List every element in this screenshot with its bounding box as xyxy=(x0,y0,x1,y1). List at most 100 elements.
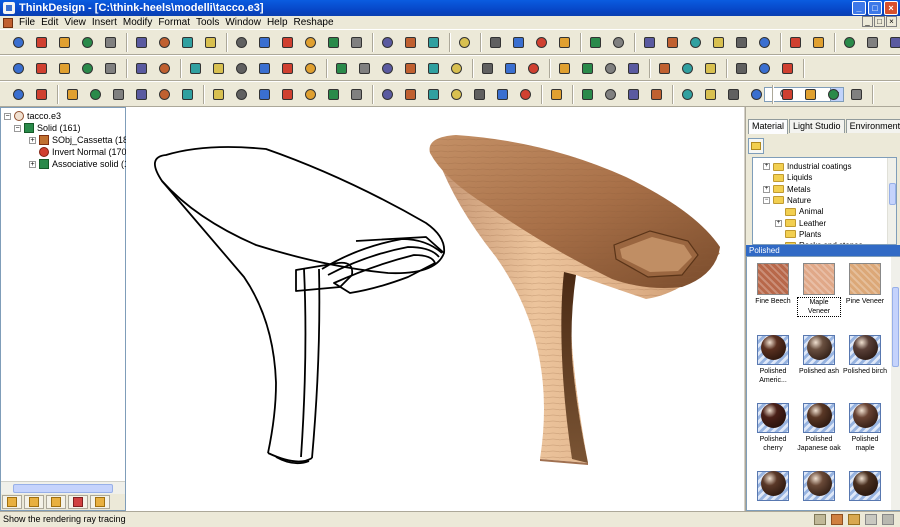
toolbar-button[interactable] xyxy=(133,34,150,51)
category-item[interactable]: Liquids xyxy=(763,172,812,183)
toolbar-button[interactable] xyxy=(33,60,50,77)
scroll-thumb[interactable] xyxy=(889,183,896,205)
toolbar-button[interactable] xyxy=(487,34,504,51)
toolbar-button[interactable] xyxy=(79,34,96,51)
toolbar-button[interactable] xyxy=(733,34,750,51)
material-thumbnail[interactable]: Fine Beech xyxy=(751,263,795,306)
toolbar-button[interactable] xyxy=(348,86,365,103)
menu-tools[interactable]: Tools xyxy=(193,16,222,29)
material-thumbnail[interactable]: Polished cherry xyxy=(751,399,795,453)
collapse-icon[interactable]: − xyxy=(14,124,21,132)
toolbar-button[interactable] xyxy=(233,34,250,51)
minimize-button[interactable]: _ xyxy=(852,1,866,15)
expand-icon[interactable]: + xyxy=(763,185,770,193)
tab-envelope[interactable] xyxy=(90,495,110,509)
toolbar-button[interactable] xyxy=(725,86,742,103)
toolbar-button[interactable] xyxy=(502,60,519,77)
toolbar-button[interactable] xyxy=(887,34,900,51)
expand-icon[interactable]: + xyxy=(29,136,36,144)
collapse-icon[interactable]: − xyxy=(763,196,770,204)
tree-horizontal-scrollbar[interactable] xyxy=(1,481,125,494)
toolbar-button[interactable] xyxy=(156,34,173,51)
toolbar-button[interactable] xyxy=(202,34,219,51)
toolbar-button[interactable] xyxy=(187,60,204,77)
doc-restore-button[interactable]: □ xyxy=(874,16,885,27)
toolbar-button[interactable] xyxy=(510,34,527,51)
toolbar-button[interactable] xyxy=(179,34,196,51)
toolbar-button[interactable] xyxy=(102,34,119,51)
toolbar-button[interactable] xyxy=(864,34,881,51)
resize-grip-icon[interactable] xyxy=(882,514,894,525)
category-item[interactable]: Animal xyxy=(775,206,823,217)
material-thumbnail[interactable]: Polished maple xyxy=(843,399,887,453)
tab-render[interactable] xyxy=(68,495,88,509)
toolbar-button[interactable] xyxy=(687,34,704,51)
toolbar-button[interactable] xyxy=(156,86,173,103)
material-thumbnail[interactable]: Polished birch xyxy=(843,331,887,376)
toolbar-button[interactable] xyxy=(848,86,865,103)
toolbar-button[interactable] xyxy=(648,86,665,103)
material-thumbnail[interactable]: Polished Japanese oak xyxy=(797,399,841,453)
material-thumbnail[interactable]: Polished ash xyxy=(797,331,841,376)
expand-icon[interactable]: + xyxy=(763,163,770,170)
menu-edit[interactable]: Edit xyxy=(38,16,61,29)
tab-light-studio[interactable]: Light Studio xyxy=(789,119,845,133)
toolbar-button[interactable] xyxy=(325,34,342,51)
toolbar-button[interactable] xyxy=(756,60,773,77)
toolbar-button[interactable] xyxy=(402,86,419,103)
toolbar-button[interactable] xyxy=(256,60,273,77)
toolbar-button[interactable] xyxy=(733,60,750,77)
3d-viewport[interactable] xyxy=(126,107,744,511)
expand-icon[interactable]: + xyxy=(775,219,782,227)
toolbar-button[interactable] xyxy=(133,86,150,103)
toolbar-button[interactable] xyxy=(133,60,150,77)
toolbar-button[interactable] xyxy=(302,34,319,51)
toolbar-button[interactable] xyxy=(87,86,104,103)
toolbar-button[interactable] xyxy=(579,86,596,103)
toolbar-button[interactable] xyxy=(425,60,442,77)
category-item[interactable]: Plants xyxy=(775,229,821,240)
toolbar-button[interactable] xyxy=(425,86,442,103)
toolbar-button[interactable] xyxy=(779,60,796,77)
toolbar-button[interactable] xyxy=(79,60,96,77)
toolbar-button[interactable] xyxy=(602,60,619,77)
toolbar-button[interactable] xyxy=(156,60,173,77)
menu-insert[interactable]: Insert xyxy=(89,16,120,29)
material-thumbnail[interactable] xyxy=(751,467,795,503)
toolbar-button[interactable] xyxy=(33,34,50,51)
toolbar-button[interactable] xyxy=(748,86,765,103)
toolbar-button[interactable] xyxy=(33,86,50,103)
toolbar-button[interactable] xyxy=(256,86,273,103)
toolbar-button[interactable] xyxy=(325,86,342,103)
toolbar-button[interactable] xyxy=(679,86,696,103)
toolbar-button[interactable] xyxy=(810,34,827,51)
toolbar-button[interactable] xyxy=(802,86,819,103)
expand-icon[interactable]: + xyxy=(29,160,36,168)
category-item[interactable]: + Industrial coatings xyxy=(763,161,851,172)
toolbar-button[interactable] xyxy=(841,34,858,51)
toolbar-button[interactable] xyxy=(710,34,727,51)
toolbar-button[interactable] xyxy=(356,60,373,77)
material-thumbnail[interactable] xyxy=(843,467,887,503)
category-item[interactable]: − Nature xyxy=(763,195,811,206)
toolbar-button[interactable] xyxy=(448,60,465,77)
toolbar-button[interactable] xyxy=(656,60,673,77)
tab-model-tree[interactable] xyxy=(2,495,22,509)
toolbar-button[interactable] xyxy=(702,60,719,77)
toolbar-button[interactable] xyxy=(348,34,365,51)
close-button[interactable]: × xyxy=(884,1,898,15)
toolbar-button[interactable] xyxy=(10,86,27,103)
toolbar-button[interactable] xyxy=(233,60,250,77)
open-folder-button[interactable] xyxy=(748,138,764,154)
toolbar-button[interactable] xyxy=(787,34,804,51)
toolbar-button[interactable] xyxy=(479,60,496,77)
toolbar-button[interactable] xyxy=(587,34,604,51)
collapse-icon[interactable]: − xyxy=(4,112,11,120)
toolbar-button[interactable] xyxy=(210,60,227,77)
toolbar-button[interactable] xyxy=(825,86,842,103)
menu-modify[interactable]: Modify xyxy=(120,16,155,29)
material-thumbnail[interactable]: Maple Veneer xyxy=(797,263,841,317)
toolbar-button[interactable] xyxy=(517,86,534,103)
tab-layers[interactable] xyxy=(46,495,66,509)
menu-file[interactable]: File xyxy=(16,16,38,29)
